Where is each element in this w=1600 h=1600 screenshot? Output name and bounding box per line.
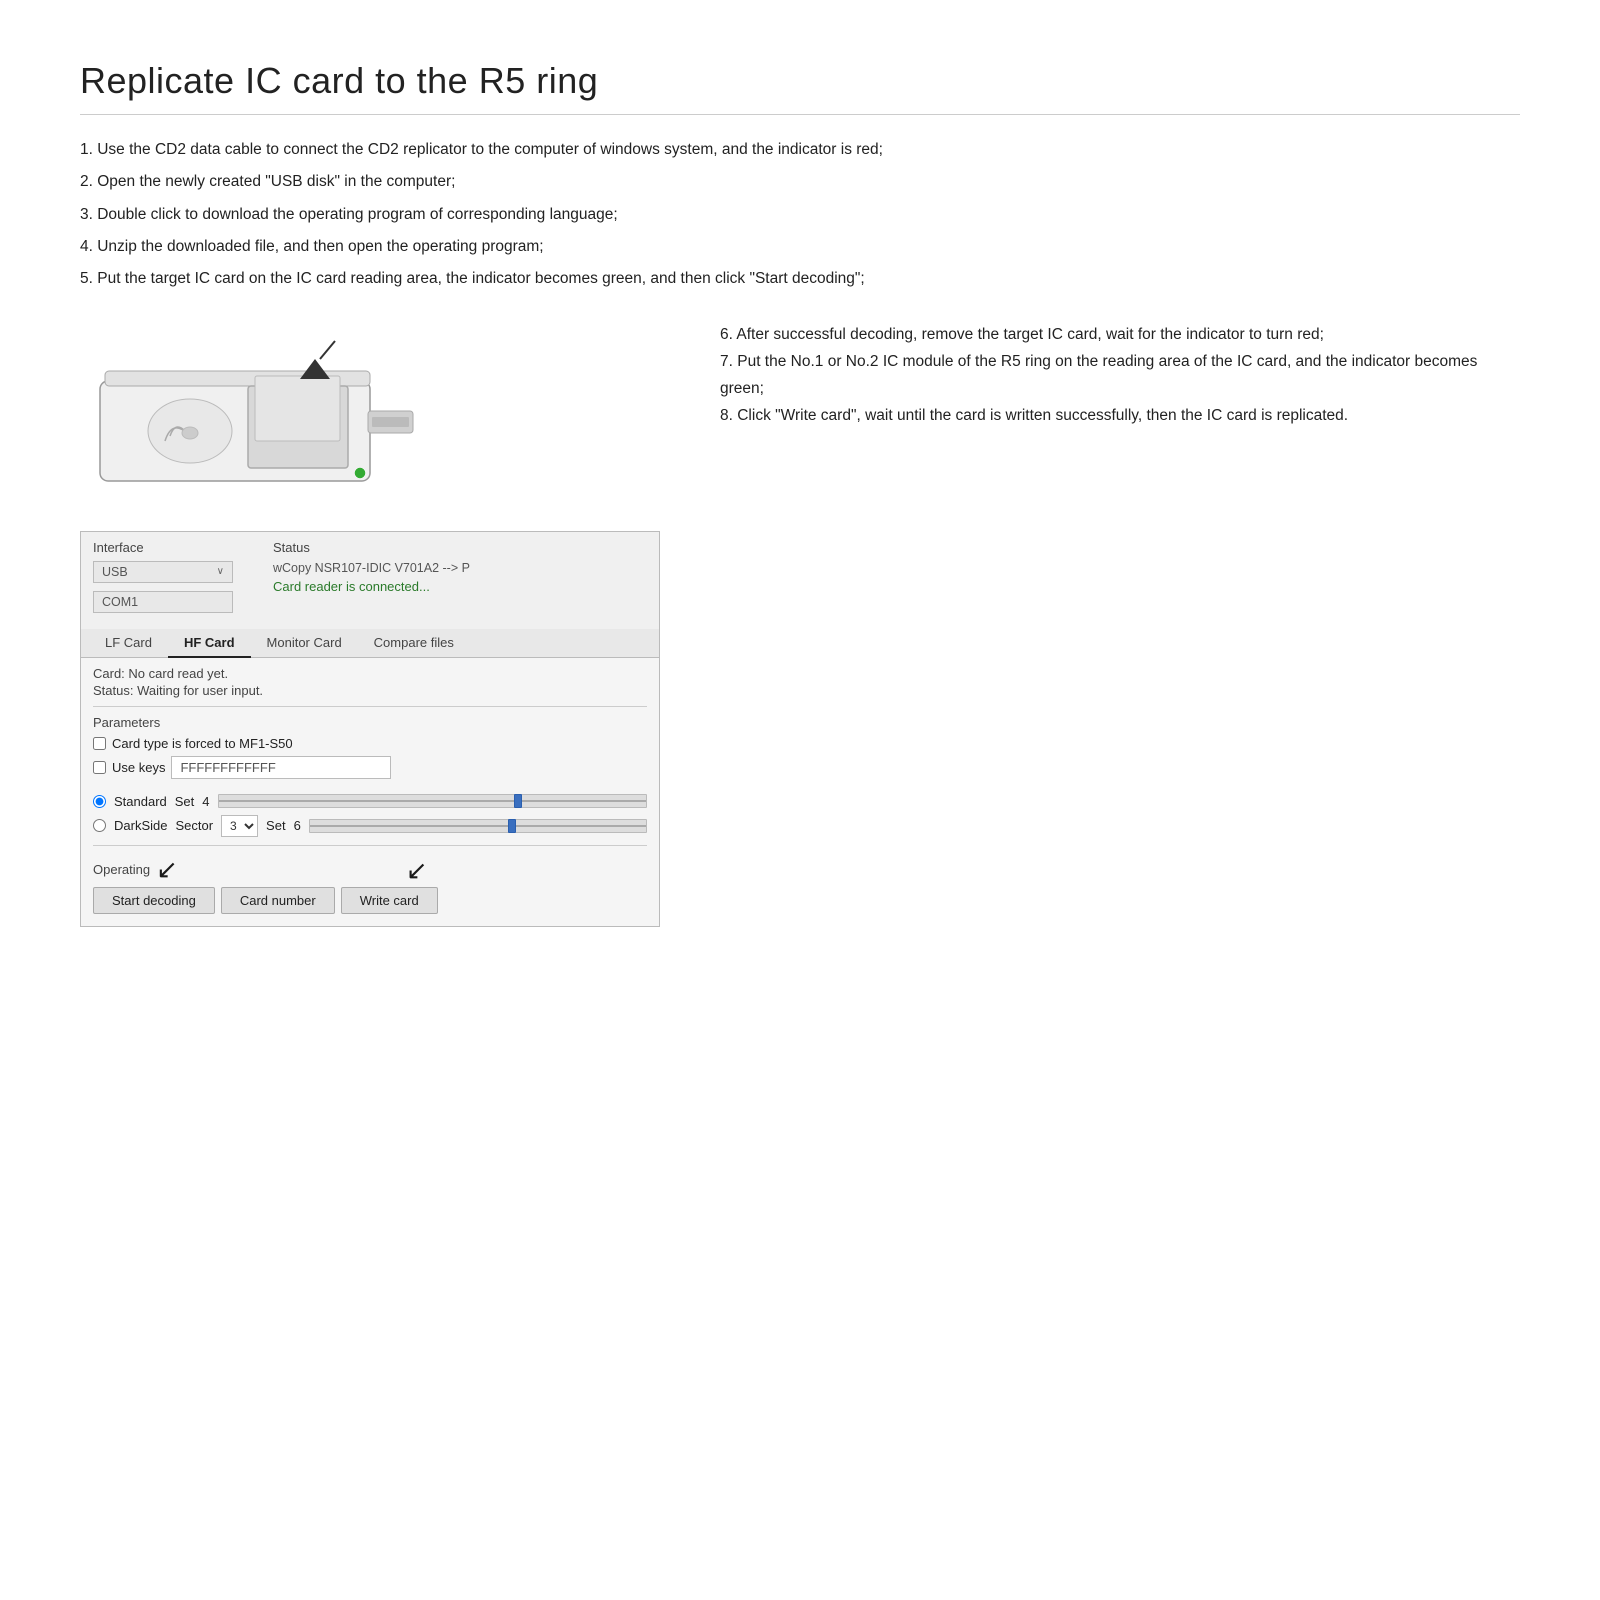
instruction-1: 1. Use the CD2 data cable to connect the…	[80, 137, 980, 163]
tab-monitor-card[interactable]: Monitor Card	[251, 629, 358, 657]
radio-standard[interactable]	[93, 795, 106, 808]
write-card-button[interactable]: Write card	[341, 887, 438, 914]
page-title: Replicate IC card to the R5 ring	[80, 60, 1520, 115]
standard-slider[interactable]	[218, 794, 647, 808]
operating-label: Operating	[93, 862, 150, 877]
panel-tabs: LF Card HF Card Monitor Card Compare fil…	[81, 629, 659, 658]
operating-label-row: Operating ↙	[93, 854, 647, 885]
com-input[interactable]: COM1	[93, 591, 233, 613]
instruction-5: 5. Put the target IC card on the IC card…	[80, 266, 980, 292]
params-title: Parameters	[93, 715, 647, 730]
instructions-block: 1. Use the CD2 data cable to connect the…	[80, 137, 980, 293]
standard-slider-thumb	[514, 794, 522, 808]
status-label: Status	[273, 540, 647, 555]
radio-darkside[interactable]	[93, 819, 106, 832]
checkbox-mf1[interactable]	[93, 737, 106, 750]
status-column: Status wCopy NSR107-IDIC V701A2 --> P Ca…	[273, 540, 647, 617]
com-value: COM1	[102, 595, 138, 609]
two-column-section: Interface USB ∨ COM1 Status wCopy NSR107…	[80, 321, 1520, 927]
ui-panel-wrapper: Interface USB ∨ COM1 Status wCopy NSR107…	[80, 531, 660, 927]
darkside-slider-thumb	[508, 819, 516, 833]
sector-label: Sector	[175, 818, 213, 833]
arrow-down-write-icon: ↙	[406, 855, 428, 886]
card-no-card: Card: No card read yet.	[93, 666, 647, 681]
set-value: 6	[294, 818, 301, 833]
interface-status-section: Interface USB ∨ COM1 Status wCopy NSR107…	[81, 532, 659, 625]
tab-lf-card[interactable]: LF Card	[89, 629, 168, 657]
tab-hf-card[interactable]: HF Card	[168, 629, 251, 658]
checkbox-mf1-row: Card type is forced to MF1-S50	[93, 736, 647, 751]
start-decoding-button[interactable]: Start decoding	[93, 887, 215, 914]
checkbox-mf1-label: Card type is forced to MF1-S50	[112, 736, 293, 751]
usb-input[interactable]: USB ∨	[93, 561, 233, 583]
ui-panel: Interface USB ∨ COM1 Status wCopy NSR107…	[80, 531, 660, 927]
usb-chevron-icon: ∨	[217, 566, 224, 577]
status-value-text: wCopy NSR107-IDIC V701A2 --> P	[273, 561, 647, 575]
card-number-button[interactable]: Card number	[221, 887, 335, 914]
interface-label: Interface	[93, 540, 253, 555]
instruction-3: 3. Double click to download the operatin…	[80, 202, 980, 228]
panel-body: Card: No card read yet. Status: Waiting …	[81, 658, 659, 926]
checkbox-keys-label: Use keys	[112, 760, 165, 775]
sector-select[interactable]: 3 0 1 2 4	[221, 815, 258, 837]
checkbox-keys-row: Use keys	[93, 756, 647, 779]
standard-row: Standard Set 4	[93, 794, 647, 809]
instruction-8: 8. Click "Write card", wait until the ca…	[720, 402, 1520, 429]
usb-value: USB	[102, 565, 128, 579]
reader-illustration	[80, 321, 420, 511]
darkside-label: DarkSide	[114, 818, 167, 833]
button-row: Start decoding Card number ↙ Write card	[93, 887, 647, 914]
checkbox-keys[interactable]	[93, 761, 106, 774]
right-column: 6. After successful decoding, remove the…	[720, 321, 1520, 430]
darkside-row: DarkSide Sector 3 0 1 2 4 Set 6	[93, 815, 647, 837]
standard-set-value: 4	[202, 794, 209, 809]
standard-label: Standard	[114, 794, 167, 809]
instruction-6: 6. After successful decoding, remove the…	[720, 321, 1520, 348]
instruction-2: 2. Open the newly created "USB disk" in …	[80, 169, 980, 195]
card-status-line: Status: Waiting for user input.	[93, 683, 647, 698]
darkside-slider[interactable]	[309, 819, 647, 833]
left-column: Interface USB ∨ COM1 Status wCopy NSR107…	[80, 321, 660, 927]
interface-column: Interface USB ∨ COM1	[93, 540, 253, 617]
standard-set-label: Set	[175, 794, 195, 809]
tab-compare-files[interactable]: Compare files	[358, 629, 470, 657]
instruction-7: 7. Put the No.1 or No.2 IC module of the…	[720, 348, 1520, 402]
connected-status: Card reader is connected...	[273, 579, 647, 594]
keys-input[interactable]	[171, 756, 391, 779]
set-label: Set	[266, 818, 286, 833]
arrow-down-left-icon: ↙	[156, 854, 178, 885]
write-card-wrapper: ↙ Write card	[341, 887, 438, 914]
reader-svg	[80, 321, 420, 506]
instruction-4: 4. Unzip the downloaded file, and then o…	[80, 234, 980, 260]
operating-section: Operating ↙ Start decoding Card number ↙…	[93, 854, 647, 914]
